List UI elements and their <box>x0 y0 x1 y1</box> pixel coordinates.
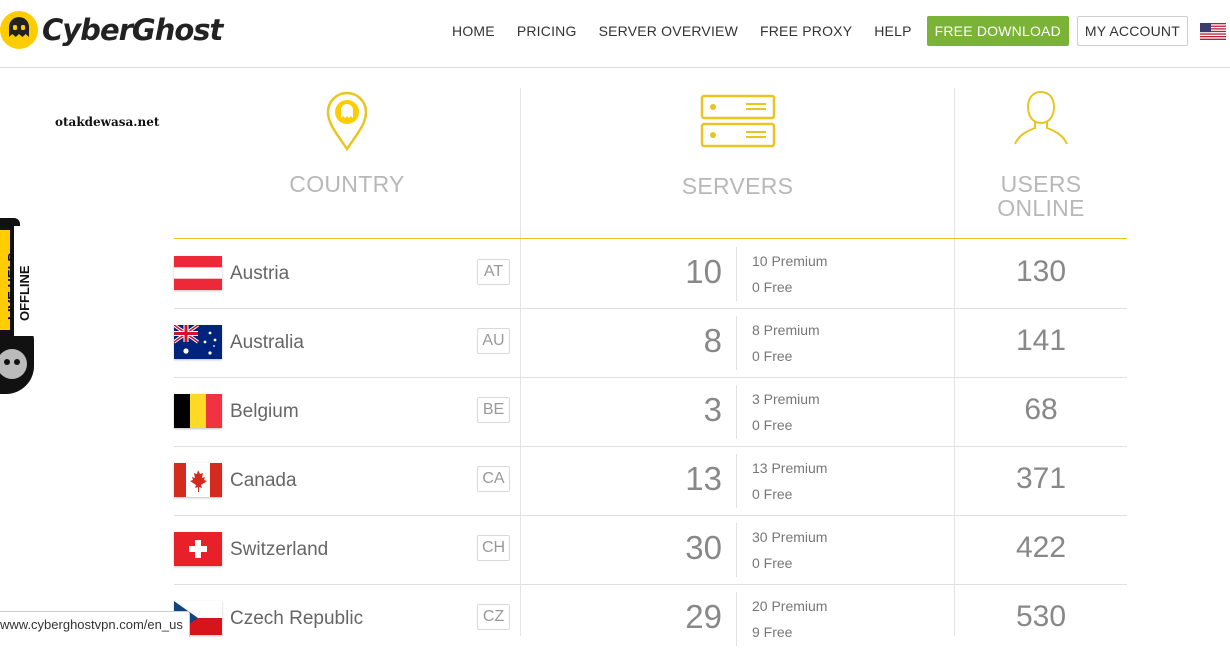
free-servers: 0 Free <box>752 348 793 364</box>
servers-column-title: SERVERS <box>681 173 794 199</box>
server-divider <box>736 316 737 370</box>
user-silhouette-icon <box>1014 90 1068 145</box>
country-name: Australia <box>230 332 304 353</box>
premium-servers: 10 Premium <box>752 253 828 269</box>
table-row: Austria AT 10 10 Premium 0 Free 130 <box>174 239 1127 309</box>
country-name: Czech Republic <box>230 608 364 629</box>
country-code-badge: AU <box>477 328 510 354</box>
site-header: CyberGhost HOME PRICING SERVER OVERVIEW … <box>0 0 1230 68</box>
server-divider <box>736 592 737 646</box>
server-divider <box>736 523 737 577</box>
server-count: 8 <box>703 322 722 359</box>
server-divider <box>736 454 737 508</box>
users-column-header: USERS ONLINE <box>955 88 1127 238</box>
users-online: 68 <box>1024 393 1058 426</box>
main-nav: HOME PRICING SERVER OVERVIEW FREE PROXY … <box>452 16 1230 46</box>
country-code-badge: CA <box>477 466 510 492</box>
table-row: Switzerland CH 30 30 Premium 0 Free 422 <box>174 515 1127 585</box>
server-count: 10 <box>685 253 722 290</box>
server-count: 3 <box>703 391 722 428</box>
country-column-title: COUNTRY <box>289 171 405 197</box>
country-code-badge: CZ <box>477 604 510 630</box>
table-row: Czech Republic CZ 29 20 Premium 9 Free 5… <box>174 584 1127 653</box>
users-online: 530 <box>1015 600 1067 633</box>
us-flag-language-icon[interactable] <box>1200 22 1226 40</box>
free-servers: 0 Free <box>752 555 793 571</box>
users-column-title-line1: USERS <box>1000 171 1082 197</box>
table-row: Australia AU 8 8 Premium 0 Free 141 <box>174 308 1127 378</box>
country-name: Belgium <box>230 401 299 422</box>
switzerland-flag-icon <box>174 532 222 566</box>
country-code-badge: CH <box>477 535 510 561</box>
country-column-header: COUNTRY <box>174 88 520 238</box>
premium-servers: 13 Premium <box>752 460 828 476</box>
server-divider <box>736 247 737 301</box>
country-name: Canada <box>230 470 297 491</box>
free-download-button[interactable]: FREE DOWNLOAD <box>926 16 1069 46</box>
free-servers: 0 Free <box>752 486 793 502</box>
australia-flag-icon <box>174 325 222 359</box>
browser-status-bar: www.cyberghostvpn.com/en_us <box>0 611 190 637</box>
users-online: 422 <box>1015 531 1067 564</box>
country-code-badge: AT <box>477 259 510 285</box>
watermark-text: otakdewasa.net <box>55 115 160 129</box>
server-count: 30 <box>685 529 722 566</box>
nav-server-overview[interactable]: SERVER OVERVIEW <box>599 23 738 39</box>
users-online: 130 <box>1015 255 1067 288</box>
brand-logo[interactable]: CyberGhost <box>0 7 223 53</box>
premium-servers: 20 Premium <box>752 598 828 614</box>
server-count: 29 <box>685 598 722 635</box>
server-count: 13 <box>685 460 722 497</box>
nav-help[interactable]: HELP <box>874 23 911 39</box>
table-row: Canada CA 13 13 Premium 0 Free 371 <box>174 446 1127 516</box>
servers-column-header: SERVERS <box>521 88 954 238</box>
table-row: Belgium BE 3 3 Premium 0 Free 68 <box>174 377 1127 447</box>
users-online: 141 <box>1015 324 1067 357</box>
live-help-tab[interactable]: LIVE HELP OFFLINE <box>0 218 34 394</box>
country-name: Austria <box>230 263 290 284</box>
nav-free-proxy[interactable]: FREE PROXY <box>760 23 852 39</box>
austria-flag-icon <box>174 256 222 290</box>
free-servers: 0 Free <box>752 279 793 295</box>
nav-pricing[interactable]: PRICING <box>517 23 577 39</box>
country-code-badge: BE <box>477 397 510 423</box>
my-account-button[interactable]: MY ACCOUNT <box>1076 16 1188 46</box>
server-rack-icon <box>700 94 775 148</box>
premium-servers: 30 Premium <box>752 529 828 545</box>
brand-name: CyberGhost <box>42 13 223 47</box>
location-pin-icon <box>326 91 368 152</box>
premium-servers: 3 Premium <box>752 391 820 407</box>
users-column-title-line2: ONLINE <box>997 195 1085 221</box>
premium-servers: 8 Premium <box>752 322 820 338</box>
country-name: Switzerland <box>230 539 329 560</box>
server-divider <box>736 385 737 439</box>
ghost-logo-icon <box>0 11 38 49</box>
live-help-status: OFFLINE <box>17 265 32 321</box>
free-servers: 9 Free <box>752 624 793 640</box>
free-servers: 0 Free <box>752 417 793 433</box>
canada-flag-icon <box>174 463 222 497</box>
users-online: 371 <box>1015 462 1067 495</box>
nav-home[interactable]: HOME <box>452 23 495 39</box>
belgium-flag-icon <box>174 394 222 428</box>
